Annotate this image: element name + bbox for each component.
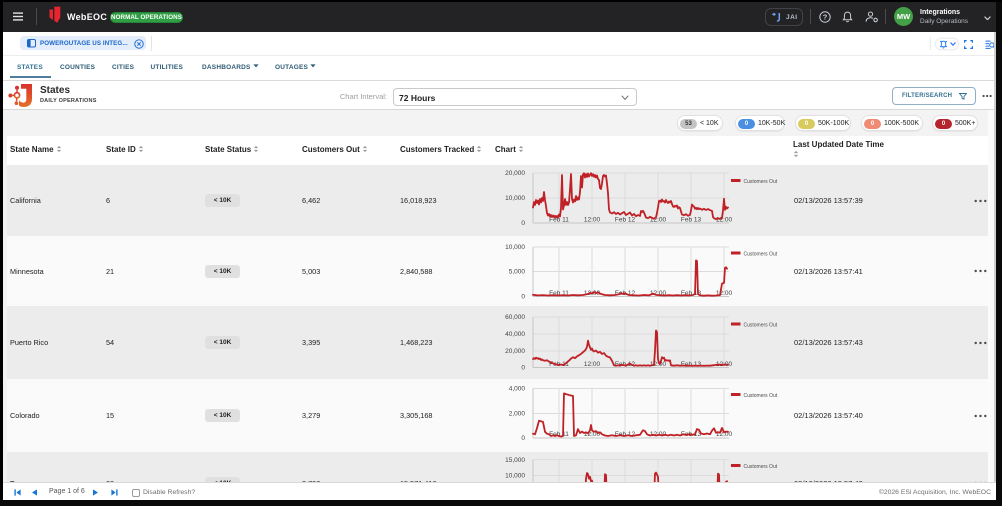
svg-text:Feb 12: Feb 12 xyxy=(615,217,636,224)
svg-text:2,000: 2,000 xyxy=(509,411,526,418)
svg-text:10,000: 10,000 xyxy=(505,244,525,251)
svg-text:0: 0 xyxy=(521,294,525,301)
svg-text:Customers Out: Customers Out xyxy=(744,179,778,185)
svg-text:12:00: 12:00 xyxy=(584,361,601,368)
svg-text:10,000: 10,000 xyxy=(505,473,525,480)
svg-text:Customers Out: Customers Out xyxy=(744,464,778,470)
svg-text:Customers Out: Customers Out xyxy=(744,393,778,399)
svg-text:5,000: 5,000 xyxy=(509,269,526,276)
svg-text:Feb 12: Feb 12 xyxy=(615,431,636,438)
svg-text:0: 0 xyxy=(521,220,525,227)
svg-text:12:00: 12:00 xyxy=(584,217,601,224)
svg-text:4,000: 4,000 xyxy=(509,386,526,393)
svg-text:Feb 13: Feb 13 xyxy=(681,361,702,368)
svg-text:Customers Out: Customers Out xyxy=(744,252,778,258)
svg-text:20,000: 20,000 xyxy=(505,170,525,177)
svg-text:15,000: 15,000 xyxy=(505,457,525,464)
svg-text:0: 0 xyxy=(521,435,525,442)
svg-text:20,000: 20,000 xyxy=(505,348,525,355)
svg-text:40,000: 40,000 xyxy=(505,331,525,338)
svg-text:Feb 13: Feb 13 xyxy=(681,217,702,224)
svg-text:Customers Out: Customers Out xyxy=(744,323,778,329)
svg-text:60,000: 60,000 xyxy=(505,314,525,321)
svg-text:?: ? xyxy=(823,13,828,22)
svg-text:0: 0 xyxy=(521,365,525,372)
svg-text:10,000: 10,000 xyxy=(505,195,525,202)
